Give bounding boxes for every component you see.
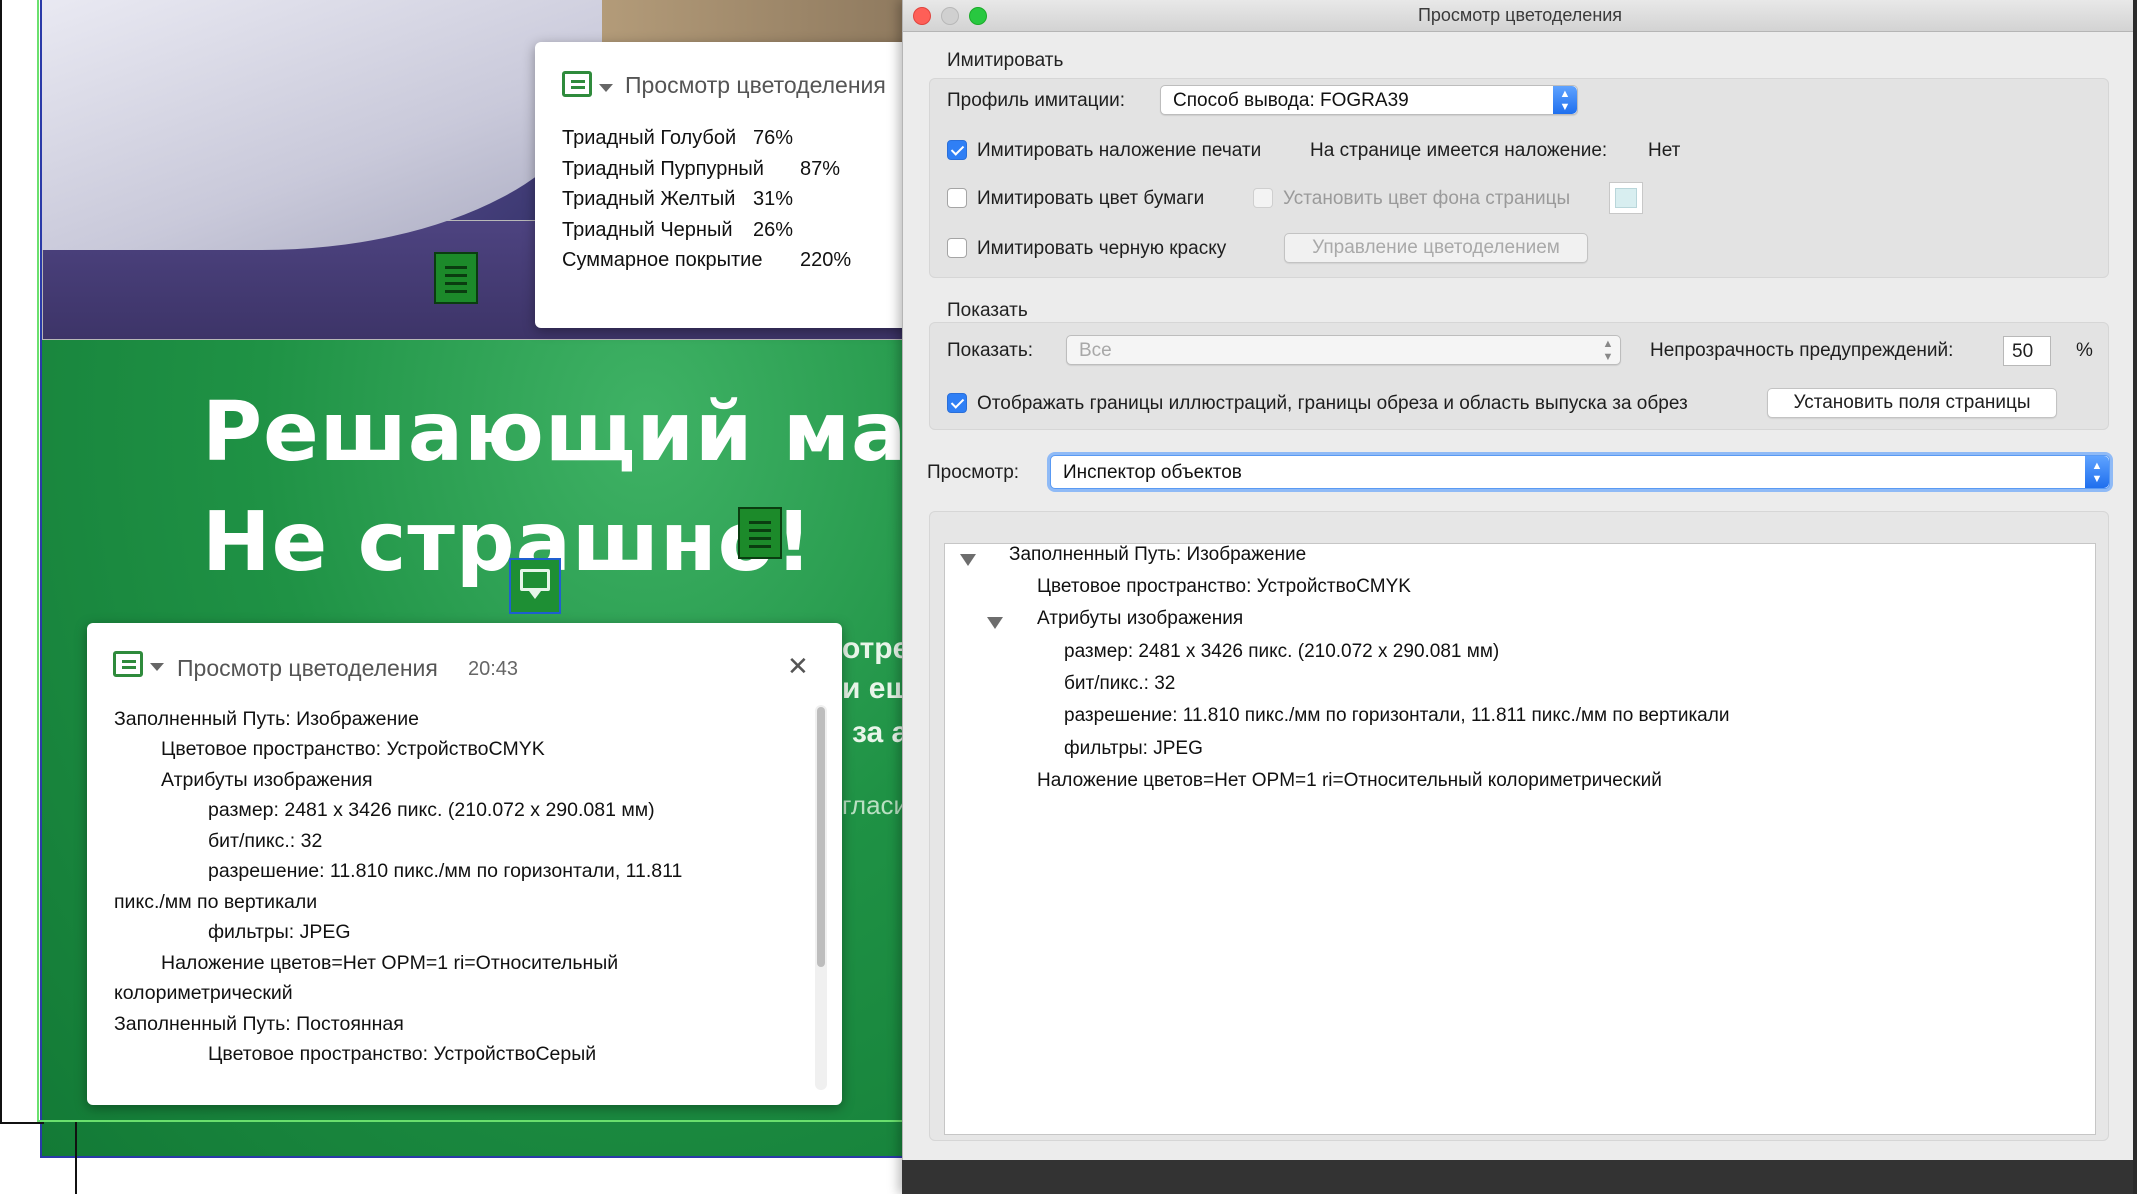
opacity-label: Непрозрачность предупреждений: — [1650, 340, 1954, 361]
opacity-unit: % — [2076, 340, 2093, 361]
body-text-fragment: и ещ — [842, 672, 905, 705]
comment-line: пикс./мм по вертикали — [114, 891, 318, 913]
comment-annotation-icon[interactable] — [509, 558, 561, 614]
body-text-fragment: за а — [852, 716, 905, 749]
ink-name: Триадный Желтый — [562, 188, 736, 210]
comment-line: фильтры: JPEG — [208, 921, 351, 943]
screen-edge — [2133, 0, 2137, 1194]
ink-value: 31% — [753, 188, 794, 210]
show-bounds-label[interactable]: Отображать границы иллюстраций, границы … — [977, 393, 1688, 415]
simulate-section-title: Имитировать — [947, 50, 1064, 71]
window-titlebar[interactable]: Просмотр цветоделения — [903, 0, 2137, 32]
tree-node: фильтры: JPEG — [1064, 738, 1203, 759]
preview-value: Инспектор объектов — [1063, 462, 1242, 483]
separation-tooltip: Просмотр цветоделения Триадный Голубой 7… — [535, 42, 905, 328]
note-annotation-icon[interactable] — [434, 252, 478, 304]
comment-line: Заполненный Путь: Изображение — [114, 708, 419, 730]
note-annotation-icon[interactable] — [738, 507, 782, 559]
comment-line: Цветовое пространство: УстройствоСерый — [208, 1043, 597, 1065]
page-bg-swatch[interactable] — [1609, 182, 1643, 214]
comment-line: колориметрический — [114, 982, 293, 1004]
tree-node[interactable]: Заполненный Путь: Изображение — [1009, 544, 1306, 566]
ink-value: 220% — [800, 249, 852, 271]
ink-name: Триадный Черный — [562, 219, 733, 241]
trim-guide — [37, 0, 39, 1120]
profile-dropdown[interactable]: Способ вывода: FOGRA39 ▲ ▼ — [1160, 85, 1578, 115]
background-app-strip — [902, 1160, 2137, 1194]
tree-node: бит/пикс.: 32 — [1064, 673, 1176, 694]
object-inspector-tree[interactable]: Заполненный Путь: Изображение Цветовое п… — [944, 543, 2096, 1135]
page-overprint-label: На странице имеется наложение: — [1310, 140, 1608, 161]
ink-value: 87% — [800, 158, 841, 180]
comment-line: бит/пикс.: 32 — [208, 830, 323, 852]
disclosure-triangle-icon[interactable] — [960, 554, 976, 566]
show-label: Показать: — [947, 340, 1034, 361]
ink-name: Триадный Пурпурный — [562, 158, 764, 180]
tree-node: размер: 2481 x 3426 пикс. (210.072 x 290… — [1064, 641, 1500, 662]
black-ink-label[interactable]: Имитировать черную краску — [977, 238, 1226, 260]
scrollbar-thumb[interactable] — [817, 707, 825, 967]
page-overprint-value: Нет — [1648, 140, 1681, 161]
overprint-checkbox[interactable] — [947, 140, 967, 160]
tree-node: Цветовое пространство: УстройствоCMYK — [1037, 576, 1411, 597]
window-title: Просмотр цветоделения — [1417, 5, 1623, 25]
tree-node[interactable]: Атрибуты изображения — [1037, 608, 1243, 630]
crop-mark — [0, 0, 2, 1122]
black-ink-checkbox[interactable] — [947, 238, 967, 258]
paper-color-label[interactable]: Имитировать цвет бумаги — [977, 188, 1204, 210]
ink-name: Триадный Голубой — [562, 127, 737, 149]
preview-label: Просмотр: — [927, 462, 1020, 483]
comment-popup: Просмотр цветоделения 20:43 ✕ Заполненны… — [87, 623, 842, 1105]
comment-line: Заполненный Путь: Постоянная — [114, 1013, 404, 1035]
body-text-fragment: гласи — [842, 790, 905, 820]
page-bg-checkbox[interactable] — [1253, 188, 1273, 208]
show-section-title: Показать — [947, 300, 1028, 321]
updown-icon: ▲ ▼ — [2085, 456, 2109, 488]
document-canvas: Решающий матч, Не страшно! отре и ещ за … — [0, 0, 905, 1194]
ink-name: Суммарное покрытие — [562, 249, 763, 271]
paper-color-checkbox[interactable] — [947, 188, 967, 208]
ink-value: 76% — [753, 127, 794, 149]
show-bounds-checkbox[interactable] — [947, 393, 967, 413]
comment-line: разрешение: 11.810 пикс./мм по горизонта… — [208, 860, 683, 882]
comment-line: Наложение цветов=Нет OPM=1 ri=Относитель… — [161, 952, 619, 974]
crop-mark — [0, 1122, 44, 1124]
set-page-fields-button[interactable]: Установить поля страницы — [1767, 388, 2057, 418]
chevron-down-icon[interactable] — [599, 84, 613, 92]
body-text-fragment: отре — [842, 632, 905, 665]
scrollbar-track[interactable] — [815, 705, 827, 1090]
updown-icon: ▲ ▼ — [1602, 338, 1614, 363]
separation-preview-window: Просмотр цветоделения Имитировать Профил… — [902, 0, 2137, 1194]
comment-line: размер: 2481 x 3426 пикс. (210.072 x 290… — [208, 799, 655, 821]
page-bg-label: Установить цвет фона страницы — [1283, 188, 1571, 209]
photo-sleeve — [42, 0, 602, 250]
show-dropdown[interactable]: Все ▲ ▼ — [1066, 335, 1621, 365]
comment-icon — [562, 71, 592, 97]
manage-separations-button[interactable]: Управление цветоделением — [1284, 233, 1588, 263]
preview-dropdown[interactable]: Инспектор объектов ▲ ▼ — [1050, 455, 2110, 489]
tree-node: разрешение: 11.810 пикс./мм по горизонта… — [1064, 705, 1730, 726]
updown-icon: ▲ ▼ — [1553, 86, 1577, 114]
opacity-input[interactable]: 50 — [2003, 336, 2051, 366]
headline-line-2: Не страшно! — [202, 495, 814, 590]
tooltip-title: Просмотр цветоделения — [625, 72, 886, 98]
disclosure-triangle-icon[interactable] — [987, 617, 1003, 629]
crop-mark — [75, 1122, 77, 1194]
headline-line-1: Решающий матч, — [202, 385, 905, 480]
comment-line: Атрибуты изображения — [161, 769, 373, 791]
profile-value: Способ вывода: FOGRA39 — [1173, 90, 1409, 111]
overprint-label[interactable]: Имитировать наложение печати — [977, 140, 1261, 162]
trim-guide — [37, 1120, 905, 1122]
profile-label: Профиль имитации: — [947, 90, 1126, 111]
ink-value: 26% — [753, 219, 794, 241]
comment-line: Цветовое пространство: УстройствоCMYK — [161, 738, 545, 760]
tree-node: Наложение цветов=Нет OPM=1 ri=Относитель… — [1037, 770, 1662, 791]
show-value: Все — [1079, 340, 1112, 361]
